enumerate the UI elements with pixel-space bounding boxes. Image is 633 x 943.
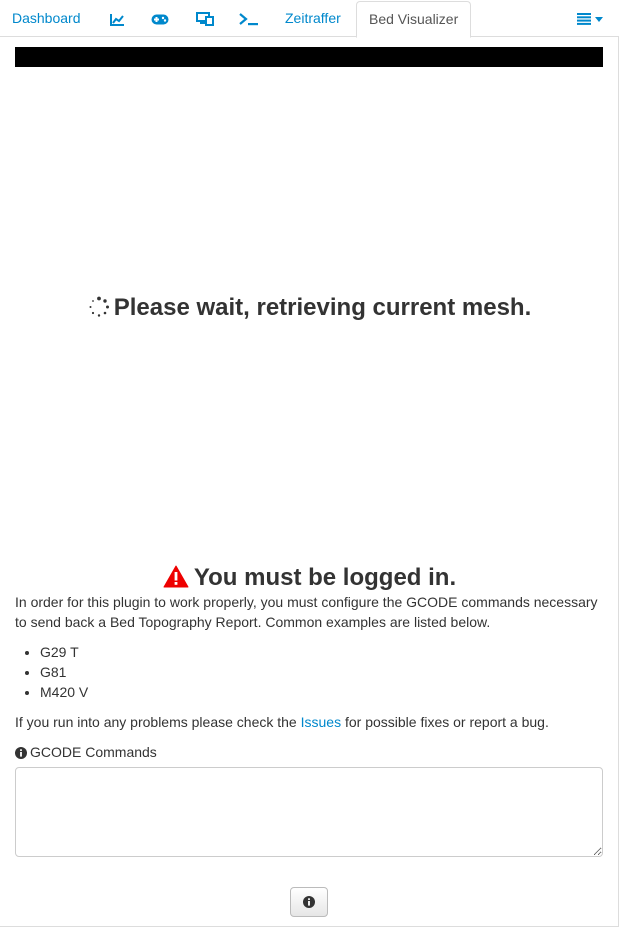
chart-line-icon — [109, 13, 124, 26]
loading-text: Please wait, retrieving current mesh. — [113, 294, 532, 321]
plugin-description: In order for this plugin to work properl… — [15, 594, 598, 630]
info-circle-icon — [303, 896, 315, 908]
list-item: G29 T — [40, 642, 88, 662]
issues-prefix: If you run into any problems please chec… — [15, 714, 301, 730]
issues-suffix: for possible fixes or report a bug. — [341, 714, 549, 730]
tab-devices[interactable] — [195, 0, 215, 37]
warning-icon — [163, 565, 189, 588]
loading-message: Please wait, retrieving current mesh. — [0, 294, 619, 322]
login-text: You must be logged in. — [193, 564, 457, 591]
devices-icon — [196, 12, 214, 27]
spinner-icon — [89, 296, 109, 317]
gcode-commands-label: GCODE Commands — [15, 742, 157, 762]
list-item: G81 — [40, 662, 88, 682]
tab-menu-dropdown[interactable] — [574, 0, 606, 37]
list-item: M420 V — [40, 682, 88, 702]
gamepad-icon — [151, 14, 169, 25]
tab-timelapse[interactable]: Zeitraffer — [285, 0, 341, 37]
gcode-commands-input[interactable] — [15, 767, 603, 857]
tab-dashboard[interactable]: Dashboard — [12, 0, 81, 37]
list-menu-icon — [577, 13, 592, 26]
tab-terminal[interactable] — [238, 0, 260, 37]
gcode-label-text: GCODE Commands — [30, 744, 157, 760]
issues-note: If you run into any problems please chec… — [15, 712, 549, 732]
tab-bed-visualizer[interactable]: Bed Visualizer — [356, 1, 472, 38]
issues-link[interactable]: Issues — [301, 714, 341, 730]
tab-control[interactable] — [150, 0, 170, 37]
mesh-header-bar — [15, 47, 603, 67]
terminal-icon — [239, 12, 258, 25]
caret-down-icon — [594, 16, 603, 22]
info-button[interactable] — [290, 887, 328, 917]
tab-bar: Dashboard Zeitraffer Bed Visualizer — [0, 0, 619, 38]
example-commands-list: G29 T G81 M420 V — [15, 642, 88, 702]
login-warning: You must be logged in. — [0, 564, 619, 592]
info-circle-icon[interactable] — [15, 747, 27, 759]
tab-graph[interactable] — [108, 0, 126, 37]
